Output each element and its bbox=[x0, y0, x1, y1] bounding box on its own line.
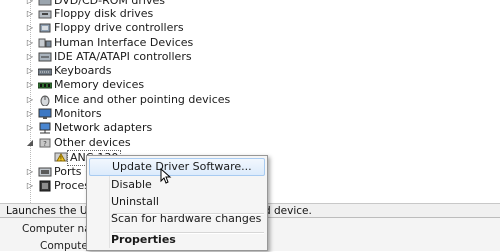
menu-item-uninstall[interactable]: Uninstall bbox=[89, 193, 265, 211]
expand-arrow-icon[interactable]: ▷ bbox=[26, 93, 34, 107]
network-adapter-icon bbox=[38, 122, 52, 134]
tree-item-label: Human Interface Devices bbox=[54, 36, 194, 49]
ide-controller-icon bbox=[38, 51, 52, 63]
menu-item-disable[interactable]: Disable bbox=[89, 176, 265, 194]
tree-item-label: Keyboards bbox=[54, 64, 112, 77]
tree-item-label: Floppy drive controllers bbox=[54, 21, 184, 34]
port-icon bbox=[38, 166, 52, 178]
expand-arrow-icon[interactable]: ▷ bbox=[26, 36, 34, 50]
tree-item-label: IDE ATA/ATAPI controllers bbox=[54, 50, 192, 63]
tree-item-label: Other devices bbox=[54, 136, 131, 149]
svg-text:?: ? bbox=[43, 140, 47, 148]
dvd-drive-icon bbox=[38, 0, 52, 7]
menu-item-scan-hardware[interactable]: Scan for hardware changes bbox=[89, 210, 265, 228]
tree-item-label: Mice and other pointing devices bbox=[54, 93, 231, 106]
context-menu: Update Driver Software... Disable Uninst… bbox=[86, 155, 268, 251]
expand-arrow-icon[interactable]: ▷ bbox=[26, 107, 34, 121]
tree-item-label: Monitors bbox=[54, 107, 102, 120]
menu-item-properties[interactable]: Properties bbox=[89, 231, 265, 249]
tree-item-label: Memory devices bbox=[54, 78, 145, 91]
processor-icon bbox=[38, 180, 52, 192]
svg-text:!: ! bbox=[60, 156, 62, 163]
expand-arrow-icon[interactable]: ▷ bbox=[26, 121, 34, 135]
floppy-disk-icon bbox=[38, 8, 52, 20]
expand-arrow-icon[interactable]: ▷ bbox=[26, 165, 34, 179]
mouse-pointer-icon bbox=[160, 167, 172, 187]
collapse-arrow-icon[interactable]: ◢ bbox=[26, 136, 34, 150]
expand-arrow-icon[interactable]: ▷ bbox=[26, 64, 34, 78]
memory-icon bbox=[38, 79, 52, 91]
other-devices-icon: ? bbox=[38, 137, 52, 149]
expand-arrow-icon[interactable]: ▷ bbox=[26, 50, 34, 64]
monitor-icon bbox=[38, 108, 52, 120]
hid-icon bbox=[38, 37, 52, 49]
keyboard-icon bbox=[38, 65, 52, 77]
mouse-icon bbox=[38, 94, 52, 106]
tree-item-label: Floppy disk drives bbox=[54, 7, 154, 20]
menu-item-update-driver[interactable]: Update Driver Software... bbox=[89, 158, 265, 176]
status-text-right: d device. bbox=[264, 205, 312, 217]
expand-arrow-icon[interactable]: ▷ bbox=[26, 78, 34, 92]
tree-item-label: Network adapters bbox=[54, 121, 153, 134]
expand-arrow-icon[interactable]: ▷ bbox=[26, 179, 34, 193]
unknown-device-icon: ! bbox=[54, 151, 68, 163]
controller-icon bbox=[38, 22, 52, 34]
expand-arrow-icon[interactable]: ▷ bbox=[26, 21, 34, 35]
expand-arrow-icon[interactable]: ▷ bbox=[26, 7, 34, 21]
